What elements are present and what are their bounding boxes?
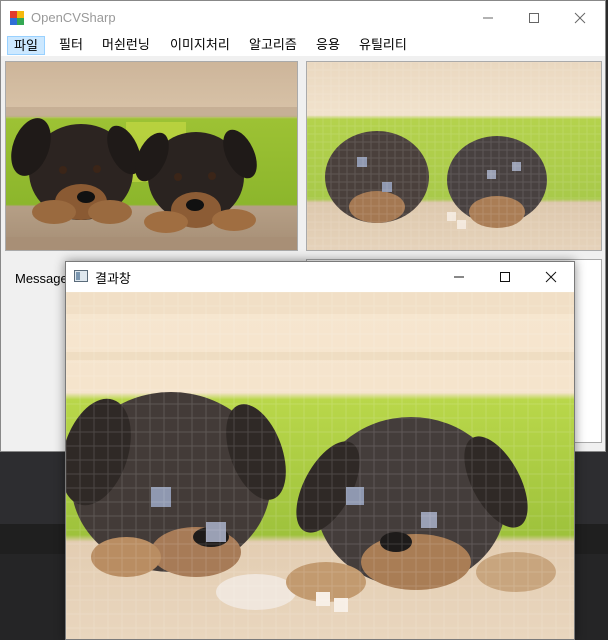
- window-title: OpenCVSharp: [31, 10, 116, 25]
- original-image[interactable]: [5, 61, 298, 251]
- menu-application[interactable]: 응용: [310, 36, 346, 55]
- result-title-bar[interactable]: 결과창: [66, 262, 574, 292]
- enlarged-mosaic-photo: [66, 292, 574, 639]
- menu-machine-learning[interactable]: 머쉰런닝: [96, 36, 156, 55]
- mosaic-puppies-photo: [307, 62, 601, 250]
- minimize-button[interactable]: [465, 1, 511, 34]
- result-close-button[interactable]: [528, 262, 574, 292]
- result-image[interactable]: [306, 61, 602, 251]
- close-icon: [545, 271, 557, 283]
- minimize-icon: [454, 276, 464, 278]
- result-window-title: 결과창: [95, 272, 131, 287]
- maximize-icon: [500, 272, 510, 282]
- result-image-display: [66, 292, 574, 639]
- puppies-photo: [6, 62, 297, 250]
- opencv-app-icon: [10, 11, 24, 25]
- result-window: 결과창: [65, 261, 575, 640]
- menu-file[interactable]: 파일: [7, 36, 45, 55]
- minimize-icon: [483, 17, 493, 18]
- menu-image-processing[interactable]: 이미지처리: [164, 36, 236, 55]
- result-minimize-button[interactable]: [436, 262, 482, 292]
- maximize-icon: [529, 12, 539, 23]
- message-label: Message: [15, 271, 68, 286]
- menu-utility[interactable]: 유틸리티: [353, 36, 413, 55]
- title-bar[interactable]: OpenCVSharp: [1, 1, 605, 34]
- close-button[interactable]: [557, 1, 603, 34]
- window-icon: [74, 270, 88, 282]
- menu-algorithm[interactable]: 알고리즘: [243, 36, 303, 55]
- result-maximize-button[interactable]: [482, 262, 528, 292]
- close-icon: [574, 12, 586, 23]
- menu-bar: 파일 필터 머쉰런닝 이미지처리 알고리즘 응용 유틸리티: [1, 34, 605, 56]
- maximize-button[interactable]: [511, 1, 557, 34]
- menu-filter[interactable]: 필터: [53, 36, 89, 55]
